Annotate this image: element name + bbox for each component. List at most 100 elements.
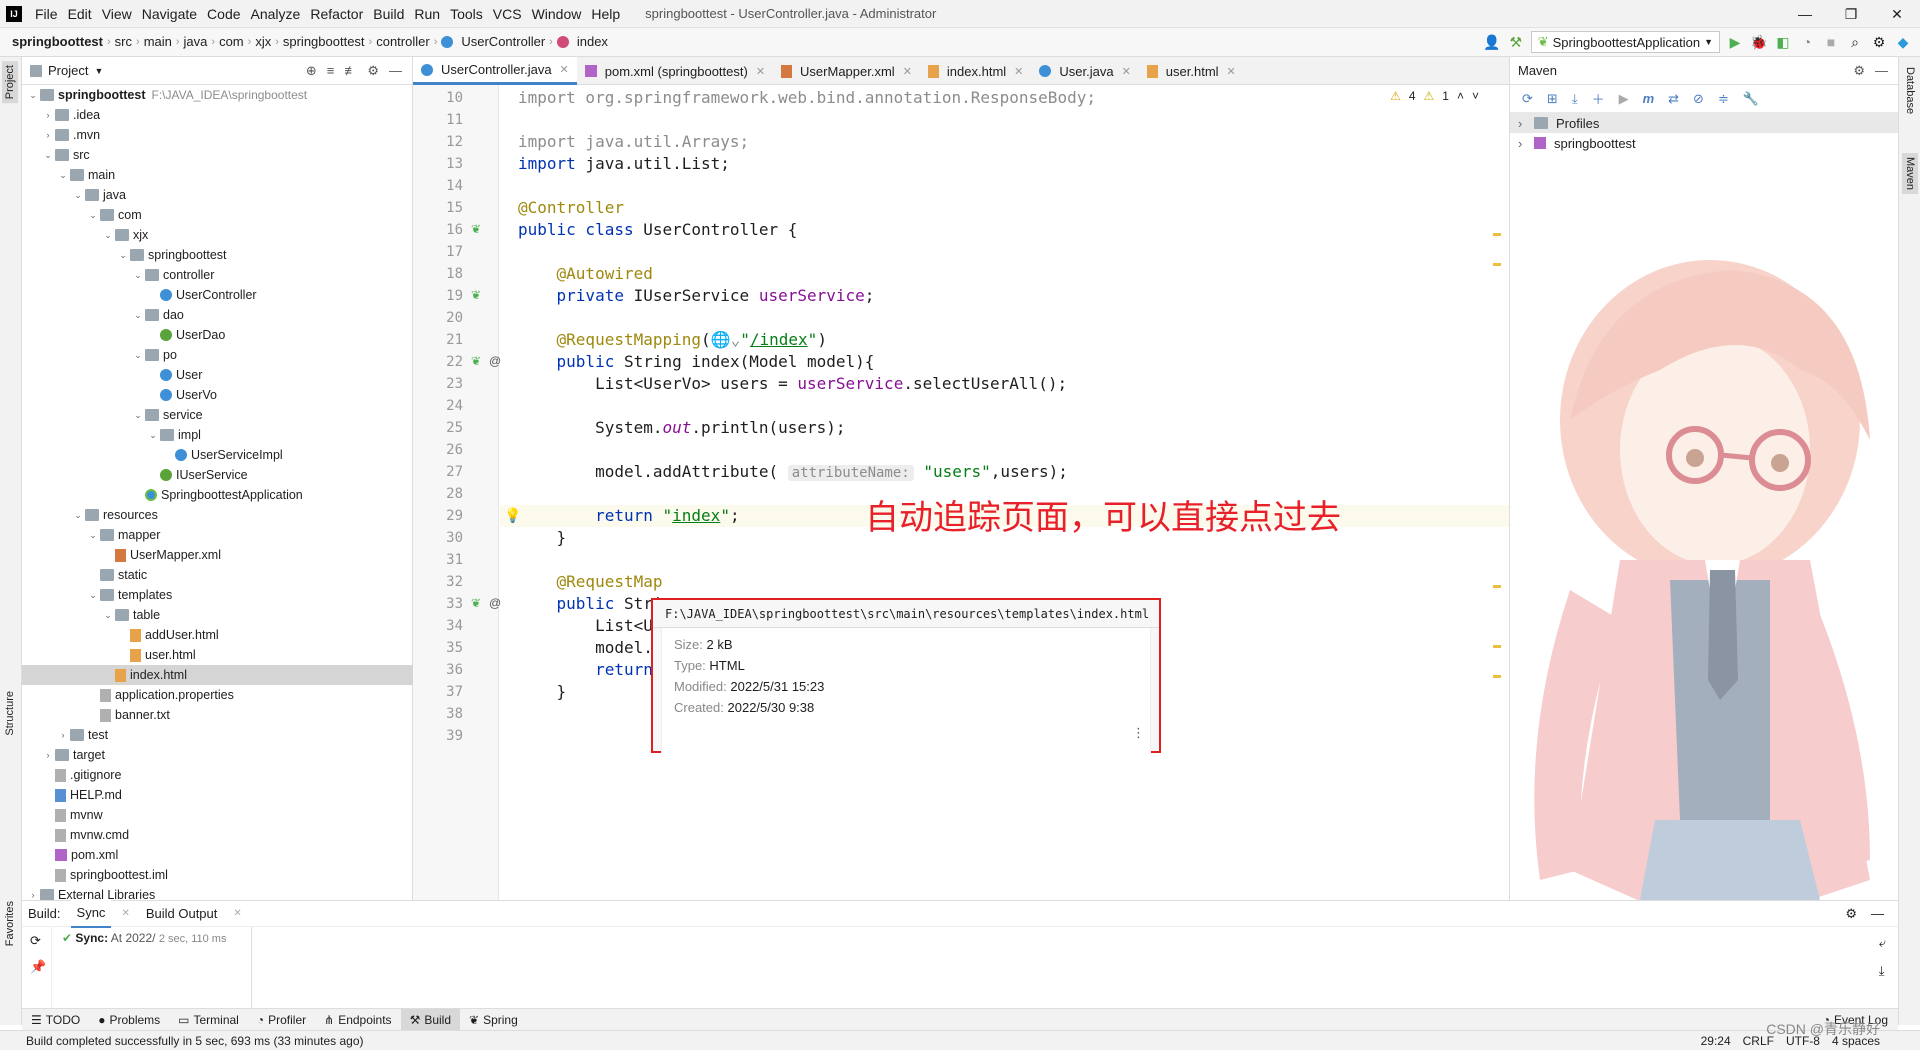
tree-item[interactable]: user.html [22,645,413,665]
menu-analyze[interactable]: Analyze [246,0,306,28]
maven-tree-item[interactable]: › Profiles [1510,113,1898,133]
code-line[interactable]: List<UserVo> users = userService.selectU… [518,373,1067,395]
chevron-down-icon[interactable]: ˅ [1472,89,1479,103]
chevron-down-icon[interactable]: ⌄ [101,610,115,621]
tree-item[interactable]: UserDao [22,325,413,345]
tree-item[interactable]: ⌄ com [22,205,413,225]
download-icon[interactable]: ⤓ [1572,91,1578,107]
hammer-icon[interactable]: ⚒ [1507,33,1525,51]
skip-tests-icon[interactable]: ⊘ [1693,91,1704,107]
line-number[interactable]: 35 [413,637,463,659]
line-number[interactable]: 28 [413,483,463,505]
restore-icon[interactable]: ❐ [1828,0,1874,28]
maven-tree-item[interactable]: › springboottest [1510,133,1898,153]
chevron-down-icon[interactable]: ⌄ [131,410,145,421]
line-number[interactable]: 18 [413,263,463,285]
tree-root[interactable]: ⌄ springboottest F:\JAVA_IDEA\springboot… [22,85,413,105]
line-number[interactable]: 30 [413,527,463,549]
tab-build-output[interactable]: Build Output [140,901,224,927]
code-line[interactable]: } [518,527,567,549]
chevron-down-icon[interactable]: ⌄ [26,90,40,101]
close-icon[interactable]: ✕ [1874,0,1920,28]
tree-item[interactable]: User [22,365,413,385]
code-line[interactable]: List<Us [518,615,662,637]
chevron-right-icon[interactable]: › [56,730,70,740]
tree-item[interactable]: › .mvn [22,125,413,145]
chevron-right-icon[interactable]: › [41,750,55,760]
tree-item[interactable]: IUserService [22,465,413,485]
chevron-right-icon[interactable]: › [41,130,55,140]
menu-refactor[interactable]: Refactor [305,0,368,28]
chevron-right-icon[interactable]: › [26,890,40,900]
line-number[interactable]: 25 [413,417,463,439]
menu-run[interactable]: Run [409,0,445,28]
breadcrumb-item[interactable]: springboottest [279,28,369,56]
menu-edit[interactable]: Edit [63,0,97,28]
line-number[interactable]: 20 [413,307,463,329]
breadcrumb-item[interactable]: index [573,28,612,56]
tree-item[interactable]: mvnw [22,805,413,825]
minimize-icon[interactable]: — [1782,0,1828,28]
close-icon[interactable]: ✕ [1014,65,1023,78]
tree-item[interactable]: ⌄ controller [22,265,413,285]
breadcrumb-item[interactable]: main [140,28,176,56]
toolwindow-spring[interactable]: ❦ Spring [460,1009,527,1031]
line-number[interactable]: 37 [413,681,463,703]
tree-item[interactable]: ⌄ impl [22,425,413,445]
tree-item[interactable]: ⌄ src [22,145,413,165]
tree-item[interactable]: ⌄ mapper [22,525,413,545]
tree-item[interactable]: › test [22,725,413,745]
chevron-down-icon[interactable]: ⌄ [146,430,160,441]
gear-icon[interactable]: ⚙ [1853,63,1865,79]
wrap-icon[interactable]: ⤶ [1879,935,1886,951]
toolwindow-todo[interactable]: ☰ TODO [22,1009,89,1031]
code-line[interactable]: public Stri [518,593,663,615]
chevron-down-icon[interactable]: ⌄ [131,270,145,281]
run-icon[interactable]: ▶ [1619,91,1629,107]
locate-icon[interactable]: ⊕ [306,63,317,79]
line-number[interactable]: 10 [413,87,463,109]
tree-item[interactable]: addUser.html [22,625,413,645]
more-options-icon[interactable]: ⋮ [1132,725,1145,741]
maven-goal-icon[interactable]: m [1643,91,1655,106]
toolwindow-build[interactable]: ⚒ Build [400,1008,461,1031]
toolwindow-profiler[interactable]: ◔ Profiler [248,1009,315,1031]
add-folder-icon[interactable]: ⊞ [1547,91,1558,107]
line-number[interactable]: 39 [413,725,463,747]
rerun-icon[interactable]: ⟳ [22,927,51,955]
code-line[interactable]: public String index(Model model){ [518,351,875,373]
spring-bean-icon[interactable]: ❦ [471,354,487,370]
line-number[interactable]: 26 [413,439,463,461]
code-line[interactable]: import java.util.List; [518,153,730,175]
breadcrumb-item[interactable]: xjx [251,28,275,56]
toggle-offline-icon[interactable]: ⇄ [1668,91,1679,107]
code-line[interactable]: @Controller [518,197,624,219]
tree-item[interactable]: ⌄ dao [22,305,413,325]
chevron-up-icon[interactable]: ˄ [1457,89,1464,103]
breadcrumb-item[interactable]: UserController [457,28,549,56]
code-line[interactable]: @RequestMapping(🌐⌄"/index") [518,329,827,351]
line-number[interactable]: 33 [413,593,463,615]
line-number[interactable]: 34 [413,615,463,637]
menu-build[interactable]: Build [368,0,409,28]
toolwindow-terminal[interactable]: ▭ Terminal [169,1009,248,1031]
chevron-down-icon[interactable]: ⌄ [71,510,85,521]
chevron-right-icon[interactable]: › [41,110,55,120]
profile-icon[interactable]: ◔ [1798,33,1816,51]
editor-tab[interactable]: pom.xml (springboottest) ✕ [577,57,773,85]
close-icon[interactable]: ✕ [233,908,241,919]
line-number[interactable]: 19 [413,285,463,307]
toolwindow-endpoints[interactable]: ⋔ Endpoints [315,1009,400,1031]
line-number[interactable]: 29 [413,505,463,527]
close-icon[interactable]: ✕ [903,65,912,78]
line-number[interactable]: 32 [413,571,463,593]
chevron-down-icon[interactable]: ⌄ [71,190,85,201]
tree-item[interactable]: pom.xml [22,845,413,865]
hide-icon[interactable]: — [1871,906,1884,922]
tab-sync[interactable]: Sync [70,899,112,928]
line-number[interactable]: 11 [413,109,463,131]
tree-item[interactable]: banner.txt [22,705,413,725]
collapse-icon[interactable]: ≑ [1718,91,1729,107]
hide-icon[interactable]: — [389,63,402,79]
chevron-down-icon[interactable]: ⌄ [86,530,100,541]
